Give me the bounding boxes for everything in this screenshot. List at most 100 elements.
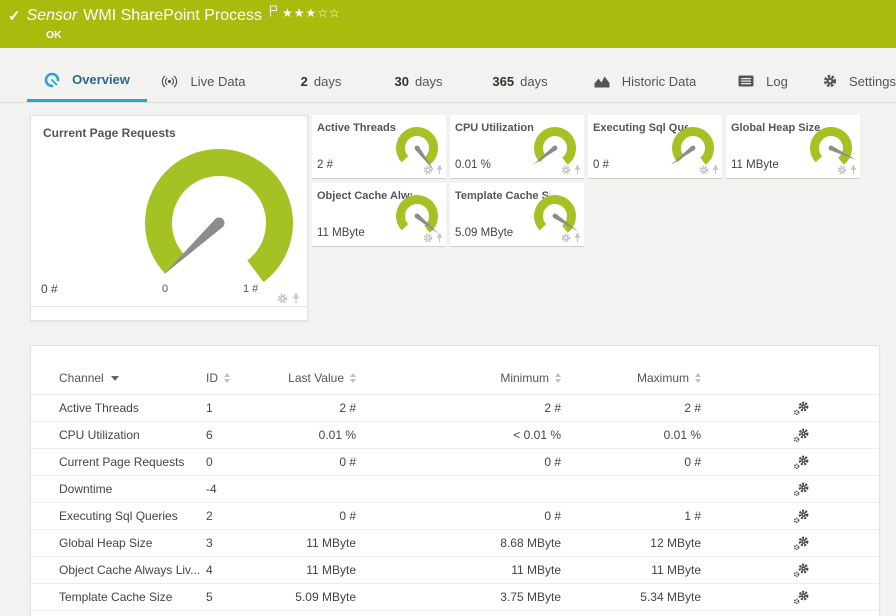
cell-minimum: 0 # <box>544 455 561 469</box>
channel-settings-icon[interactable] <box>793 509 810 524</box>
channel-settings-icon[interactable] <box>793 536 810 551</box>
gauge-value: 0 # <box>593 159 609 171</box>
col-header-last-value[interactable]: Last Value <box>261 371 356 385</box>
sensor-overview-page: ✓ Sensor WMI SharePoint Process ★★★☆☆ OK… <box>0 0 896 616</box>
table-row[interactable]: Active Threads 1 2 # 2 # 2 # <box>31 395 879 422</box>
gear-icon[interactable] <box>561 233 571 243</box>
panel-divider <box>31 306 307 307</box>
tab-overview[interactable]: Overview <box>27 60 147 102</box>
pin-icon[interactable] <box>849 165 858 175</box>
cell-minimum: < 0.01 % <box>513 428 561 442</box>
primary-gauge-scale-end: 1 # <box>243 283 259 295</box>
cell-last-value: 0 # <box>339 455 356 469</box>
gear-icon[interactable] <box>423 165 433 175</box>
gauge-cell: Executing Sql Queries 0 # <box>588 115 722 179</box>
cell-last-value: 2 # <box>339 401 356 415</box>
cell-maximum: 2 # <box>684 401 701 415</box>
primary-gauge <box>139 143 299 303</box>
cell-maximum: 0.01 % <box>663 428 701 442</box>
cell-maximum: 12 MByte <box>650 536 701 550</box>
channel-table-panel: Channel ID Last Value Minimum Maximum Ac… <box>30 345 880 616</box>
cell-id: 1 <box>206 401 213 415</box>
gauge-value: 2 # <box>317 159 333 171</box>
cell-id: 2 <box>206 509 213 523</box>
table-row[interactable]: Template Cache Size 5 5.09 MByte 3.75 MB… <box>31 584 879 611</box>
tab-settings[interactable]: Settings <box>812 60 896 102</box>
gauge-cell: Global Heap Size 11 MByte <box>726 115 860 179</box>
tab-bar: Overview Live Data 2 days 30 days 365 da… <box>0 48 896 103</box>
sensor-type-label: Sensor <box>26 7 78 24</box>
cell-last-value: 0.01 % <box>318 428 356 442</box>
gauge-value: 0.01 % <box>455 159 491 171</box>
tab-live-data[interactable]: Live Data <box>150 60 255 102</box>
tab-log[interactable]: Log <box>727 60 799 102</box>
gear-icon[interactable] <box>561 165 571 175</box>
channel-settings-icon[interactable] <box>793 563 810 578</box>
priority-stars[interactable]: ★★★☆☆ <box>282 6 341 20</box>
cell-last-value: 0 # <box>339 509 356 523</box>
channel-settings-icon[interactable] <box>793 401 810 416</box>
cell-channel: Object Cache Always Liv... <box>59 563 201 577</box>
col-header-maximum[interactable]: Maximum <box>561 371 701 385</box>
sort-desc-icon <box>110 375 119 381</box>
cell-id: 0 <box>206 455 213 469</box>
primary-gauge-title: Current Page Requests <box>43 126 176 140</box>
cell-minimum: 2 # <box>544 401 561 415</box>
cell-channel: Executing Sql Queries <box>59 509 178 523</box>
col-header-minimum[interactable]: Minimum <box>356 371 561 385</box>
sort-icon <box>224 373 230 383</box>
pin-icon[interactable] <box>291 293 301 304</box>
gear-icon[interactable] <box>837 165 847 175</box>
gauge-cell: CPU Utilization 0.01 % <box>450 115 584 179</box>
col-header-channel[interactable]: Channel <box>59 371 206 385</box>
table-row[interactable]: CPU Utilization 6 0.01 % < 0.01 % 0.01 % <box>31 422 879 449</box>
channel-settings-icon[interactable] <box>793 455 810 470</box>
cell-id: 5 <box>206 590 213 604</box>
gauge-value: 11 MByte <box>317 227 365 239</box>
cell-id: 3 <box>206 536 213 550</box>
table-row[interactable]: Global Heap Size 3 11 MByte 8.68 MByte 1… <box>31 530 879 557</box>
channel-table-header: Channel ID Last Value Minimum Maximum <box>31 346 879 395</box>
status-check-icon: ✓ <box>8 8 21 25</box>
pin-icon[interactable] <box>573 165 582 175</box>
pin-icon[interactable] <box>435 233 444 243</box>
cell-channel: Current Page Requests <box>59 455 185 469</box>
tab-historic-data[interactable]: Historic Data <box>580 60 710 102</box>
flag-icon[interactable] <box>269 5 278 17</box>
cell-maximum: 11 MByte <box>651 563 701 577</box>
channel-settings-icon[interactable] <box>793 428 810 443</box>
cell-last-value: 5.09 MByte <box>295 590 356 604</box>
channel-settings-icon[interactable] <box>793 482 810 497</box>
log-icon <box>738 75 754 87</box>
col-header-id[interactable]: ID <box>206 371 261 385</box>
gauge-cell: Active Threads 2 # <box>312 115 446 179</box>
channel-settings-icon[interactable] <box>793 590 810 605</box>
table-row[interactable]: Executing Sql Queries 2 0 # 0 # 1 # <box>31 503 879 530</box>
cell-minimum: 3.75 MByte <box>500 590 561 604</box>
sensor-status-badge: OK <box>46 29 62 41</box>
table-row[interactable]: Object Cache Always Liv... 4 11 MByte 11… <box>31 557 879 584</box>
sensor-title: WMI SharePoint Process <box>83 7 263 24</box>
table-row[interactable]: Current Page Requests 0 0 # 0 # 0 # <box>31 449 879 476</box>
gear-icon[interactable] <box>277 293 288 304</box>
pin-icon[interactable] <box>435 165 444 175</box>
cell-last-value: 11 MByte <box>306 536 356 550</box>
table-row[interactable]: Downtime -4 <box>31 476 879 503</box>
gauge-cell: Template Cache Size 5.09 MByte <box>450 183 584 247</box>
cell-id: -4 <box>206 482 217 496</box>
gear-icon[interactable] <box>699 165 709 175</box>
cell-last-value: 11 MByte <box>306 563 356 577</box>
cell-minimum: 8.68 MByte <box>500 536 561 550</box>
gear-icon[interactable] <box>423 233 433 243</box>
tab-30-days[interactable]: 30 days <box>373 60 458 102</box>
gauge-icon <box>44 72 60 88</box>
primary-gauge-min-label: 0 # <box>41 282 58 296</box>
primary-gauge-panel: Current Page Requests 0 # 0 1 # <box>30 115 308 321</box>
chart-icon <box>594 75 610 88</box>
cell-maximum: 0 # <box>684 455 701 469</box>
pin-icon[interactable] <box>573 233 582 243</box>
cell-channel: Active Threads <box>59 401 139 415</box>
pin-icon[interactable] <box>711 165 720 175</box>
tab-365-days[interactable]: 365 days <box>471 60 563 102</box>
tab-2-days[interactable]: 2 days <box>283 60 353 102</box>
